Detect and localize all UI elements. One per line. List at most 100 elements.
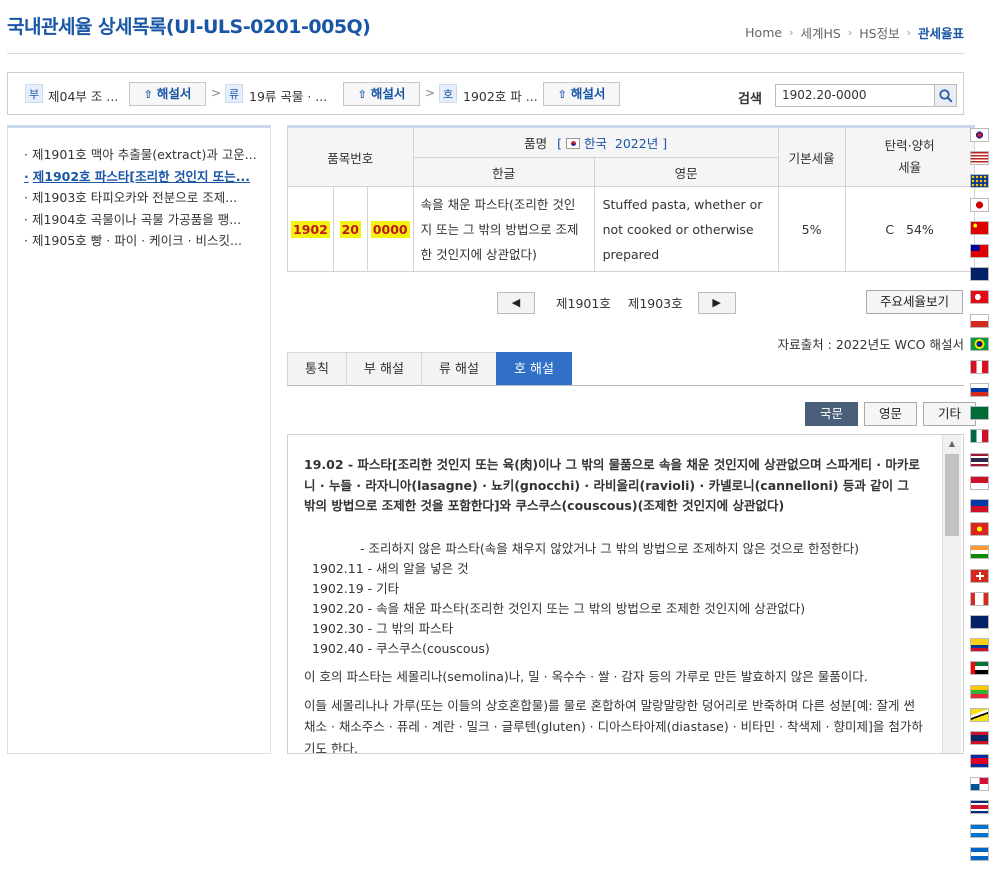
- usa-flag-icon[interactable]: [970, 151, 989, 166]
- australia-flag-icon[interactable]: [970, 267, 989, 282]
- breadcrumb-world-hs[interactable]: 세계HS: [800, 23, 840, 42]
- breadcrumb-home[interactable]: Home: [745, 25, 782, 40]
- col-header-code: 품목번호: [287, 125, 414, 187]
- heading-list-item[interactable]: 제1903호 타피오카와 전분으로 조제...: [24, 187, 262, 209]
- explanation-paragraph: 이들 세몰리나나 가루(또는 이들의 상호혼합물)를 물로 혼합하여 말랑말랑한…: [304, 697, 923, 754]
- tab-heading-notes[interactable]: 호 해설: [495, 352, 572, 385]
- flex-rate-value: 54%: [906, 221, 934, 237]
- subheading-line: 1902.11 - 새의 알을 넣은 것: [312, 560, 469, 576]
- tab-section-notes[interactable]: 부 해설: [345, 352, 422, 385]
- country-flag-list: [970, 128, 990, 870]
- chapter-badge: 류: [225, 84, 243, 103]
- col-header-korean: 한글: [412, 157, 595, 187]
- country-year-selector[interactable]: [ 한국 2022년 ]: [557, 136, 667, 151]
- nicaragua-flag-icon[interactable]: [970, 846, 989, 861]
- explanation-tabs: 통칙 부 해설 류 해설 호 해설: [287, 352, 964, 386]
- scroll-thumb[interactable]: [945, 454, 959, 536]
- source-note: 자료출처 : 2022년도 WCO 해설서: [777, 337, 964, 352]
- taiwan-flag-icon[interactable]: [970, 243, 989, 258]
- chapter-select[interactable]: 19류 곡물 · ...: [249, 86, 327, 105]
- heading-list-item[interactable]: 제1905호 빵 · 파이 · 케이크 · 비스킷...: [24, 230, 262, 252]
- tab-general-rules[interactable]: 통칙: [287, 352, 347, 385]
- next-heading-link[interactable]: 제1903호: [628, 293, 683, 312]
- chevron-right-icon: ›: [789, 26, 794, 39]
- chevron-right-icon: >: [425, 86, 436, 100]
- philippines-flag-icon[interactable]: [970, 499, 989, 513]
- share-icon: ⇧: [143, 88, 153, 101]
- panama-flag-icon[interactable]: [970, 777, 989, 792]
- item-name-english: Stuffed pasta, whether or not cooked or …: [593, 186, 779, 272]
- colombia-flag-icon[interactable]: [970, 638, 989, 653]
- heading-explain-button[interactable]: ⇧ 해설서: [543, 82, 620, 106]
- switzerland-flag-icon[interactable]: [970, 568, 989, 583]
- saudi-flag-icon[interactable]: [970, 406, 989, 421]
- basic-rate-value: 5%: [777, 186, 846, 272]
- triangle-right-icon: ▶: [712, 295, 721, 309]
- eu-flag-icon[interactable]: [970, 174, 989, 189]
- subheading-line: 1902.19 - 기타: [312, 580, 400, 596]
- peru-flag-icon[interactable]: [970, 359, 989, 374]
- col-header-basic-rate: 기본세율: [777, 125, 846, 187]
- heading-text: 19.02 - 파스타[조리한 것인지 또는 육(肉)이나 그 밖의 물품으로 …: [304, 457, 920, 513]
- brunei-flag-icon[interactable]: [970, 707, 989, 722]
- heading-badge: 호: [439, 84, 457, 103]
- section-select[interactable]: 제04부 조 ...: [48, 86, 118, 105]
- myanmar-flag-icon[interactable]: [970, 684, 989, 699]
- chevron-right-icon: ›: [847, 26, 853, 39]
- vietnam-flag-icon[interactable]: [970, 522, 989, 537]
- chevron-right-icon: ›: [906, 26, 911, 39]
- section-badge: 부: [25, 84, 43, 103]
- heading-list-item[interactable]: 제1901호 맥아 추출물(extract)과 고운...: [24, 144, 262, 166]
- prev-heading-link[interactable]: 제1901호: [556, 293, 611, 312]
- costa-rica-flag-icon[interactable]: [970, 800, 989, 815]
- laos-flag-icon[interactable]: [970, 730, 989, 745]
- honduras-flag-icon[interactable]: [970, 823, 989, 838]
- content-scrollbar[interactable]: ▲: [942, 435, 961, 753]
- canada-flag-icon[interactable]: [970, 591, 989, 606]
- section-explain-button[interactable]: ⇧ 해설서: [129, 82, 206, 106]
- heading-select[interactable]: 1902호 파 ...: [463, 86, 538, 105]
- breadcrumb-tariff-table[interactable]: 관세율표: [918, 23, 964, 42]
- breadcrumb-hs-info[interactable]: HS정보: [859, 23, 899, 42]
- korea-flag-icon[interactable]: [970, 128, 989, 142]
- explanation-paragraph: 이 호의 파스타는 세몰리나(semolina)나, 밀 · 옥수수 · 쌀 ·…: [304, 668, 868, 684]
- heading-list-item-selected[interactable]: 제1902호 파스타[조리한 것인지 또는...: [24, 166, 262, 188]
- new-zealand-flag-icon[interactable]: [970, 614, 989, 629]
- lang-other-button[interactable]: 기타: [923, 402, 977, 426]
- uae-flag-icon[interactable]: [970, 661, 989, 676]
- subheading-line: 1902.20 - 속을 채운 파스타(조리한 것인지 또는 그 밖의 방법으로…: [312, 600, 806, 616]
- indonesia-flag-icon[interactable]: [970, 475, 989, 490]
- india-flag-icon[interactable]: [970, 545, 989, 560]
- heading-list-item[interactable]: 제1904호 곡물이나 곡물 가공품을 팽...: [24, 209, 262, 231]
- share-icon: ⇧: [357, 88, 367, 101]
- col-header-flex-rate: 탄력·양허 세율: [844, 125, 975, 187]
- col-header-english: 영문: [593, 157, 779, 187]
- main-rates-button[interactable]: 주요세율보기: [866, 290, 963, 314]
- thailand-flag-icon[interactable]: [970, 452, 989, 467]
- flex-rate-cell[interactable]: C 54%: [844, 186, 975, 272]
- breadcrumb: Home › 세계HS › HS정보 › 관세율표: [745, 23, 964, 42]
- chile-flag-icon[interactable]: [970, 313, 989, 328]
- turkey-flag-icon[interactable]: [970, 290, 989, 305]
- cambodia-flag-icon[interactable]: [970, 754, 989, 769]
- prev-heading-button[interactable]: ◀: [497, 291, 535, 314]
- tab-chapter-notes[interactable]: 류 해설: [420, 352, 497, 385]
- japan-flag-icon[interactable]: [970, 197, 989, 212]
- korea-flag-icon: [565, 138, 580, 149]
- subheading-line: - 조리하지 않은 파스타(속을 채우지 않았거나 그 밖의 방법으로 조제하지…: [360, 540, 859, 556]
- brazil-flag-icon[interactable]: [970, 336, 989, 351]
- search-input[interactable]: 1902.20-0000: [775, 84, 935, 107]
- chevron-right-icon: >: [211, 86, 222, 100]
- search-icon: [939, 89, 953, 103]
- lang-english-button[interactable]: 영문: [864, 402, 918, 426]
- search-button[interactable]: [934, 84, 957, 107]
- mexico-flag-icon[interactable]: [970, 429, 989, 444]
- next-heading-button[interactable]: ▶: [697, 291, 736, 314]
- chapter-explain-button[interactable]: ⇧ 해설서: [343, 82, 420, 106]
- china-flag-icon[interactable]: [970, 220, 989, 235]
- lang-korean-button[interactable]: 국문: [805, 402, 859, 426]
- russia-flag-icon[interactable]: [970, 383, 989, 398]
- name-label: 품명: [524, 136, 548, 151]
- hs-code-subheading: 20: [339, 220, 361, 238]
- scroll-up-icon[interactable]: ▲: [943, 435, 961, 452]
